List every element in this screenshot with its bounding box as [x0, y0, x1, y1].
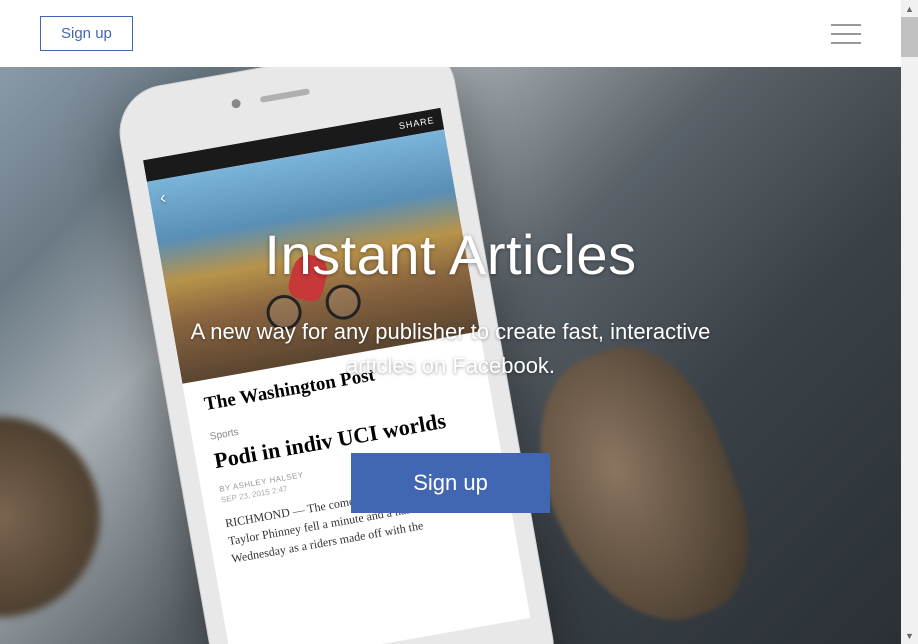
header-signup-button[interactable]: Sign up [40, 16, 133, 51]
scrollbar[interactable]: ▲ ▼ [901, 0, 918, 644]
hero-subtitle: A new way for any publisher to create fa… [171, 315, 731, 383]
scroll-down-chevron-icon[interactable] [426, 563, 476, 594]
hero-title: Instant Articles [0, 222, 901, 287]
scrollbar-up-arrow-icon[interactable]: ▲ [901, 0, 918, 17]
hero-section: SHARE ‹ The Washington Post Sports Podi [0, 67, 901, 644]
scrollbar-thumb[interactable] [901, 17, 918, 57]
header: Sign up [0, 0, 901, 67]
hero-signup-button[interactable]: Sign up [351, 453, 550, 513]
hamburger-menu-icon[interactable] [831, 24, 861, 44]
scrollbar-down-arrow-icon[interactable]: ▼ [901, 627, 918, 644]
